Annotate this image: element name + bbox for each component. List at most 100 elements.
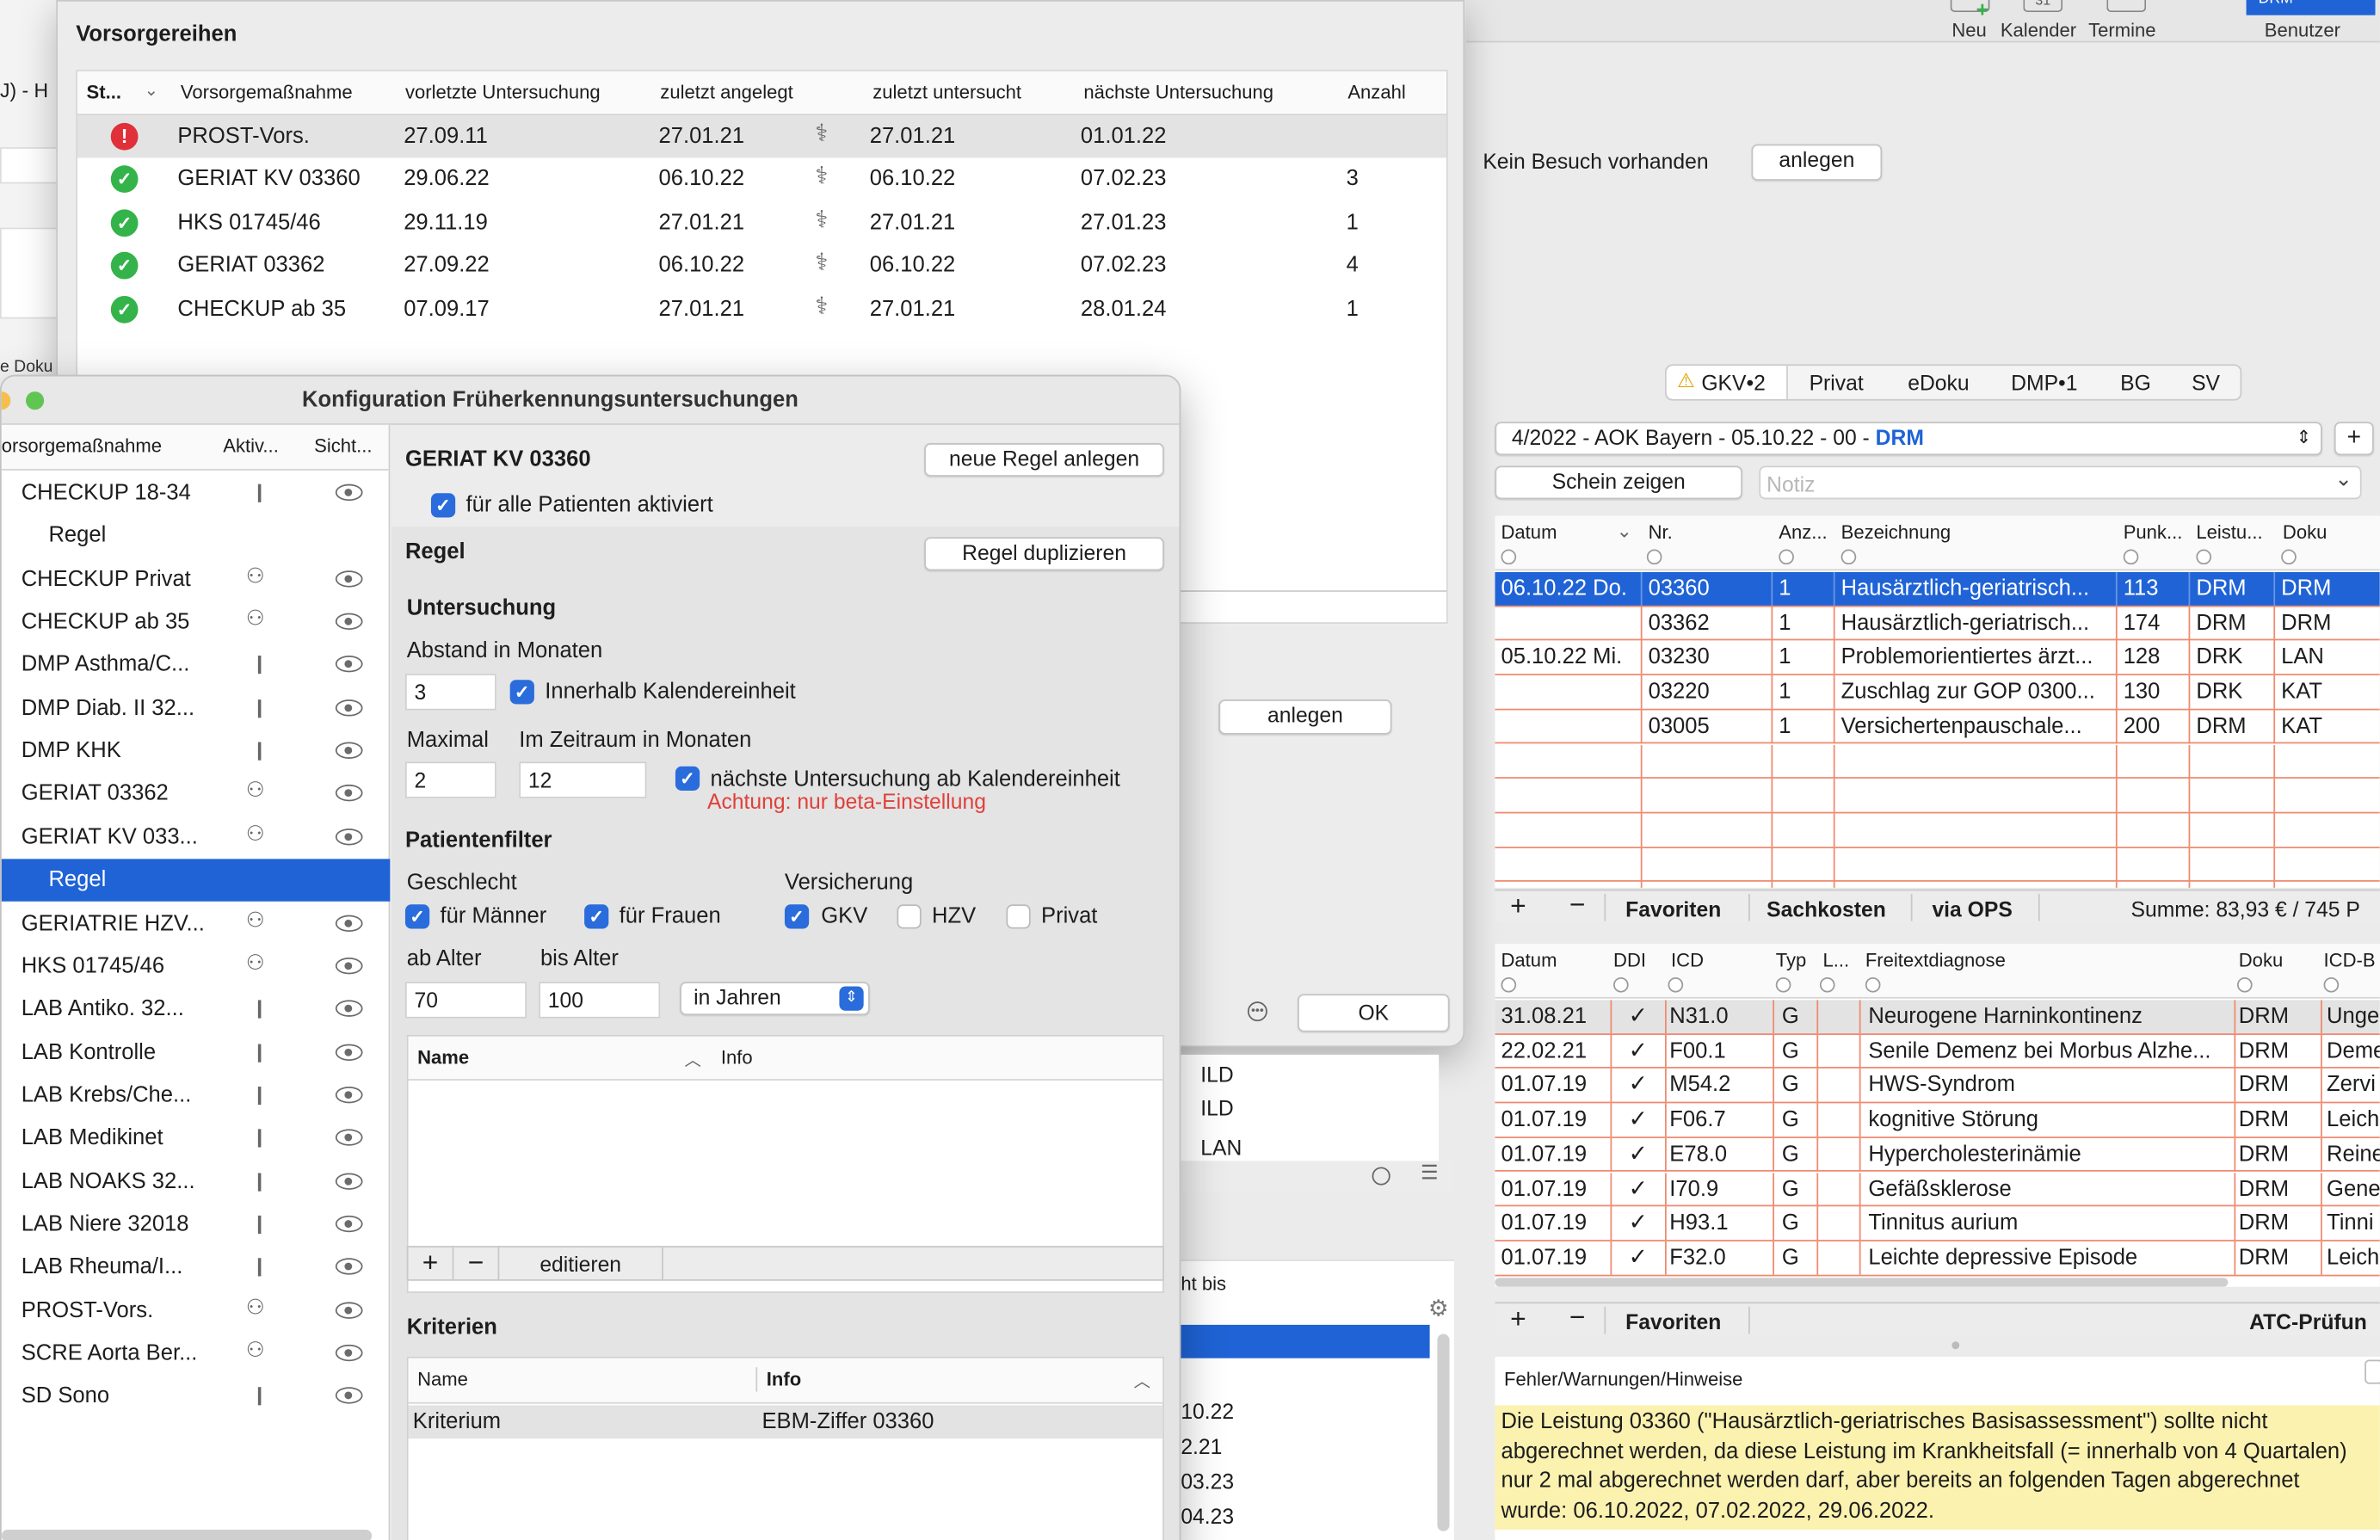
col-vorletzte[interactable]: vorletzte Untersuchung <box>405 82 601 103</box>
naechste-untersuchung-checkbox[interactable]: ✓ <box>675 766 700 791</box>
col-bezeichnung[interactable]: Bezeichnung <box>1841 522 1951 544</box>
filter-circle[interactable] <box>1865 976 1881 993</box>
eye-icon[interactable] <box>335 1086 363 1104</box>
more-options-icon[interactable]: ••• <box>1247 1001 1267 1022</box>
eye-icon[interactable] <box>335 1387 363 1405</box>
remove-filter-button[interactable]: − <box>453 1247 500 1279</box>
eye-icon[interactable] <box>335 613 363 631</box>
massnahme-item[interactable]: CHECKUP ab 35 ⚇ <box>2 601 391 644</box>
visit-anlegen-button[interactable]: anlegen <box>1751 144 1883 181</box>
termine-icon[interactable] <box>2106 0 2147 13</box>
massnahme-item[interactable]: SCRE Aorta Ber... ⚇ <box>2 1333 391 1375</box>
ddi-check-icon[interactable]: ✓ <box>1629 1070 1648 1098</box>
eye-icon[interactable] <box>335 699 363 717</box>
massnahme-item[interactable]: CHECKUP 18-34 <box>2 472 391 514</box>
background-scrollbar[interactable] <box>1437 1334 1450 1531</box>
sachkosten-button[interactable]: Sachkosten <box>1767 896 1886 921</box>
diagnosen-scrollbar[interactable] <box>1495 1278 2229 1287</box>
bis-alter-input[interactable]: 100 <box>539 982 661 1019</box>
filter-circle[interactable] <box>1779 549 1794 565</box>
col-diag-datum[interactable]: Datum <box>1501 950 1557 971</box>
col-typ[interactable]: Typ <box>1776 950 1807 971</box>
leistung-row[interactable]: 06.10.22 Do. 03360 1 Hausärztlich-geriatris… <box>1495 571 2380 607</box>
eye-icon[interactable] <box>335 957 363 975</box>
ddi-check-icon[interactable]: ✓ <box>1629 1139 1648 1167</box>
col-punkte[interactable]: Punk... <box>2124 522 2183 544</box>
maximal-input[interactable]: 2 <box>404 761 496 798</box>
filter-circle[interactable] <box>1819 976 1835 993</box>
col-naechste[interactable]: nächste Untersuchung <box>1083 82 1273 103</box>
eye-icon[interactable] <box>335 1172 363 1190</box>
massnahme-item[interactable]: DMP Asthma/C... <box>2 644 391 687</box>
leistung-row[interactable]: 03220 1 Zuschlag zur GOP 0300... 130 DRK KAT <box>1495 675 2380 711</box>
massnahme-item[interactable]: LAB NOAKS 32... <box>2 1161 391 1203</box>
vorsorge-row[interactable]: ! PROST-Vors. 27.09.11 27.01.21 ⚕ 27.01.21 01.… <box>77 115 1446 158</box>
add-filter-button[interactable]: + <box>408 1247 454 1279</box>
leistung-row[interactable]: 03362 1 Hausärztlich-geriatrisch... 174 DRM D… <box>1495 607 2380 642</box>
col-name[interactable]: Name <box>417 1047 469 1069</box>
filter-circle[interactable] <box>1840 549 1857 565</box>
diagnose-row[interactable]: 01.07.19 ✓ F06.7 Gkognitive Störung DRM Leich <box>1495 1103 2380 1138</box>
sort-up-icon[interactable]: ︿ <box>685 1047 701 1071</box>
diagnose-row[interactable]: 01.07.19 ✓ F32.0 G Leichte depressive Episod… <box>1495 1241 2380 1276</box>
via-ops-button[interactable]: via OPS <box>1932 896 2012 921</box>
massnahme-item[interactable]: LAB Niere 32018 <box>2 1204 391 1246</box>
diagnose-row[interactable]: 22.02.21 ✓ F00.1 G Senile Demenz bei Morbus … <box>1495 1034 2380 1069</box>
sort-chevron-icon[interactable]: ⌄ <box>145 80 158 100</box>
notiz-field[interactable]: Notiz ⌄ <box>1759 465 2362 500</box>
benutzer-label[interactable]: Benutzer <box>2265 20 2340 41</box>
split-handle[interactable] <box>1951 1341 1960 1350</box>
eye-icon[interactable] <box>335 742 363 760</box>
alle-patienten-checkbox[interactable]: ✓ <box>430 493 456 518</box>
ddi-check-icon[interactable]: ✓ <box>1629 1001 1648 1029</box>
eye-icon[interactable] <box>335 1215 363 1233</box>
col-sicht[interactable]: Sicht... <box>314 435 372 457</box>
eye-icon[interactable] <box>335 570 363 588</box>
diagnose-row[interactable]: 01.07.19 ✓ M54.2 G HWS-Syndrom DRM Zervi <box>1495 1069 2380 1104</box>
filter-circle[interactable] <box>2323 976 2340 993</box>
col-nr[interactable]: Nr. <box>1649 522 1673 544</box>
eye-icon[interactable] <box>335 1000 363 1018</box>
col-ddi[interactable]: DDI <box>1613 950 1646 971</box>
sort-up-icon[interactable]: ︿ <box>1134 1369 1150 1393</box>
massnahme-item[interactable]: SD Sono <box>2 1376 391 1418</box>
innerhalb-checkbox[interactable]: ✓ <box>509 680 534 705</box>
vorsorge-row[interactable]: ✓ HKS 01745/46 29.11.19 27.01.21 ⚕ 27.01.21 27… <box>77 201 1446 243</box>
tab-privat[interactable]: Privat <box>1810 370 1864 394</box>
col-l[interactable]: L... <box>1822 950 1849 971</box>
abstand-input[interactable]: 3 <box>404 674 496 711</box>
benutzer-badge[interactable]: DRM <box>2246 0 2376 15</box>
col-krit-name[interactable]: Name <box>417 1369 468 1390</box>
col-diag-doku[interactable]: Doku <box>2239 950 2283 971</box>
eye-icon[interactable] <box>335 914 363 932</box>
editieren-button[interactable]: editieren <box>499 1247 663 1279</box>
massnahme-item[interactable]: LAB Antiko. 32... <box>2 989 391 1031</box>
filter-circle[interactable] <box>2196 549 2212 565</box>
zeitraum-input[interactable]: 12 <box>519 761 647 798</box>
massnahme-item[interactable]: Regel <box>2 515 391 557</box>
add-leistung-button[interactable]: + <box>1510 890 1526 922</box>
massnahme-item[interactable]: PROST-Vors. ⚇ <box>2 1290 391 1332</box>
eye-icon[interactable] <box>335 656 363 674</box>
massnahme-item[interactable]: Regel <box>1 859 391 902</box>
massnahme-item[interactable]: LAB Krebs/Che... <box>2 1075 391 1117</box>
massnahme-item[interactable]: LAB Kontrolle <box>2 1032 391 1074</box>
favoriten-button[interactable]: Favoriten <box>1625 896 1721 921</box>
massnahme-item[interactable]: GERIATRIE HZV... ⚇ <box>2 902 391 945</box>
ok-button[interactable]: OK <box>1298 994 1450 1032</box>
gear-icon[interactable]: ⚙ <box>1428 1295 1449 1321</box>
hzv-checkbox[interactable] <box>897 904 922 929</box>
filter-circle[interactable] <box>2281 549 2297 565</box>
col-status[interactable]: St... <box>87 82 121 103</box>
filter-circle[interactable] <box>1668 976 1684 993</box>
massnahme-item[interactable]: GERIAT 03362 ⚇ <box>2 773 391 816</box>
kriterium-row[interactable]: Kriterium EBM-Ziffer 03360 <box>408 1405 1163 1439</box>
eye-icon[interactable] <box>335 1344 363 1362</box>
col-anzahl[interactable]: Anzahl <box>1347 82 1405 103</box>
tab-gkv[interactable]: ⚠ GKV•2 <box>1666 366 1788 399</box>
frauen-checkbox[interactable]: ✓ <box>584 904 609 929</box>
massnahme-item[interactable]: GERIAT KV 033... ⚇ <box>2 816 391 859</box>
vorsorge-row[interactable]: ✓ GERIAT KV 03360 29.06.22 06.10.22 ⚕ 06.10.2… <box>77 158 1446 200</box>
ddi-check-icon[interactable]: ✓ <box>1629 1105 1648 1132</box>
einheit-select[interactable]: in Jahren ⇕ <box>680 982 870 1016</box>
